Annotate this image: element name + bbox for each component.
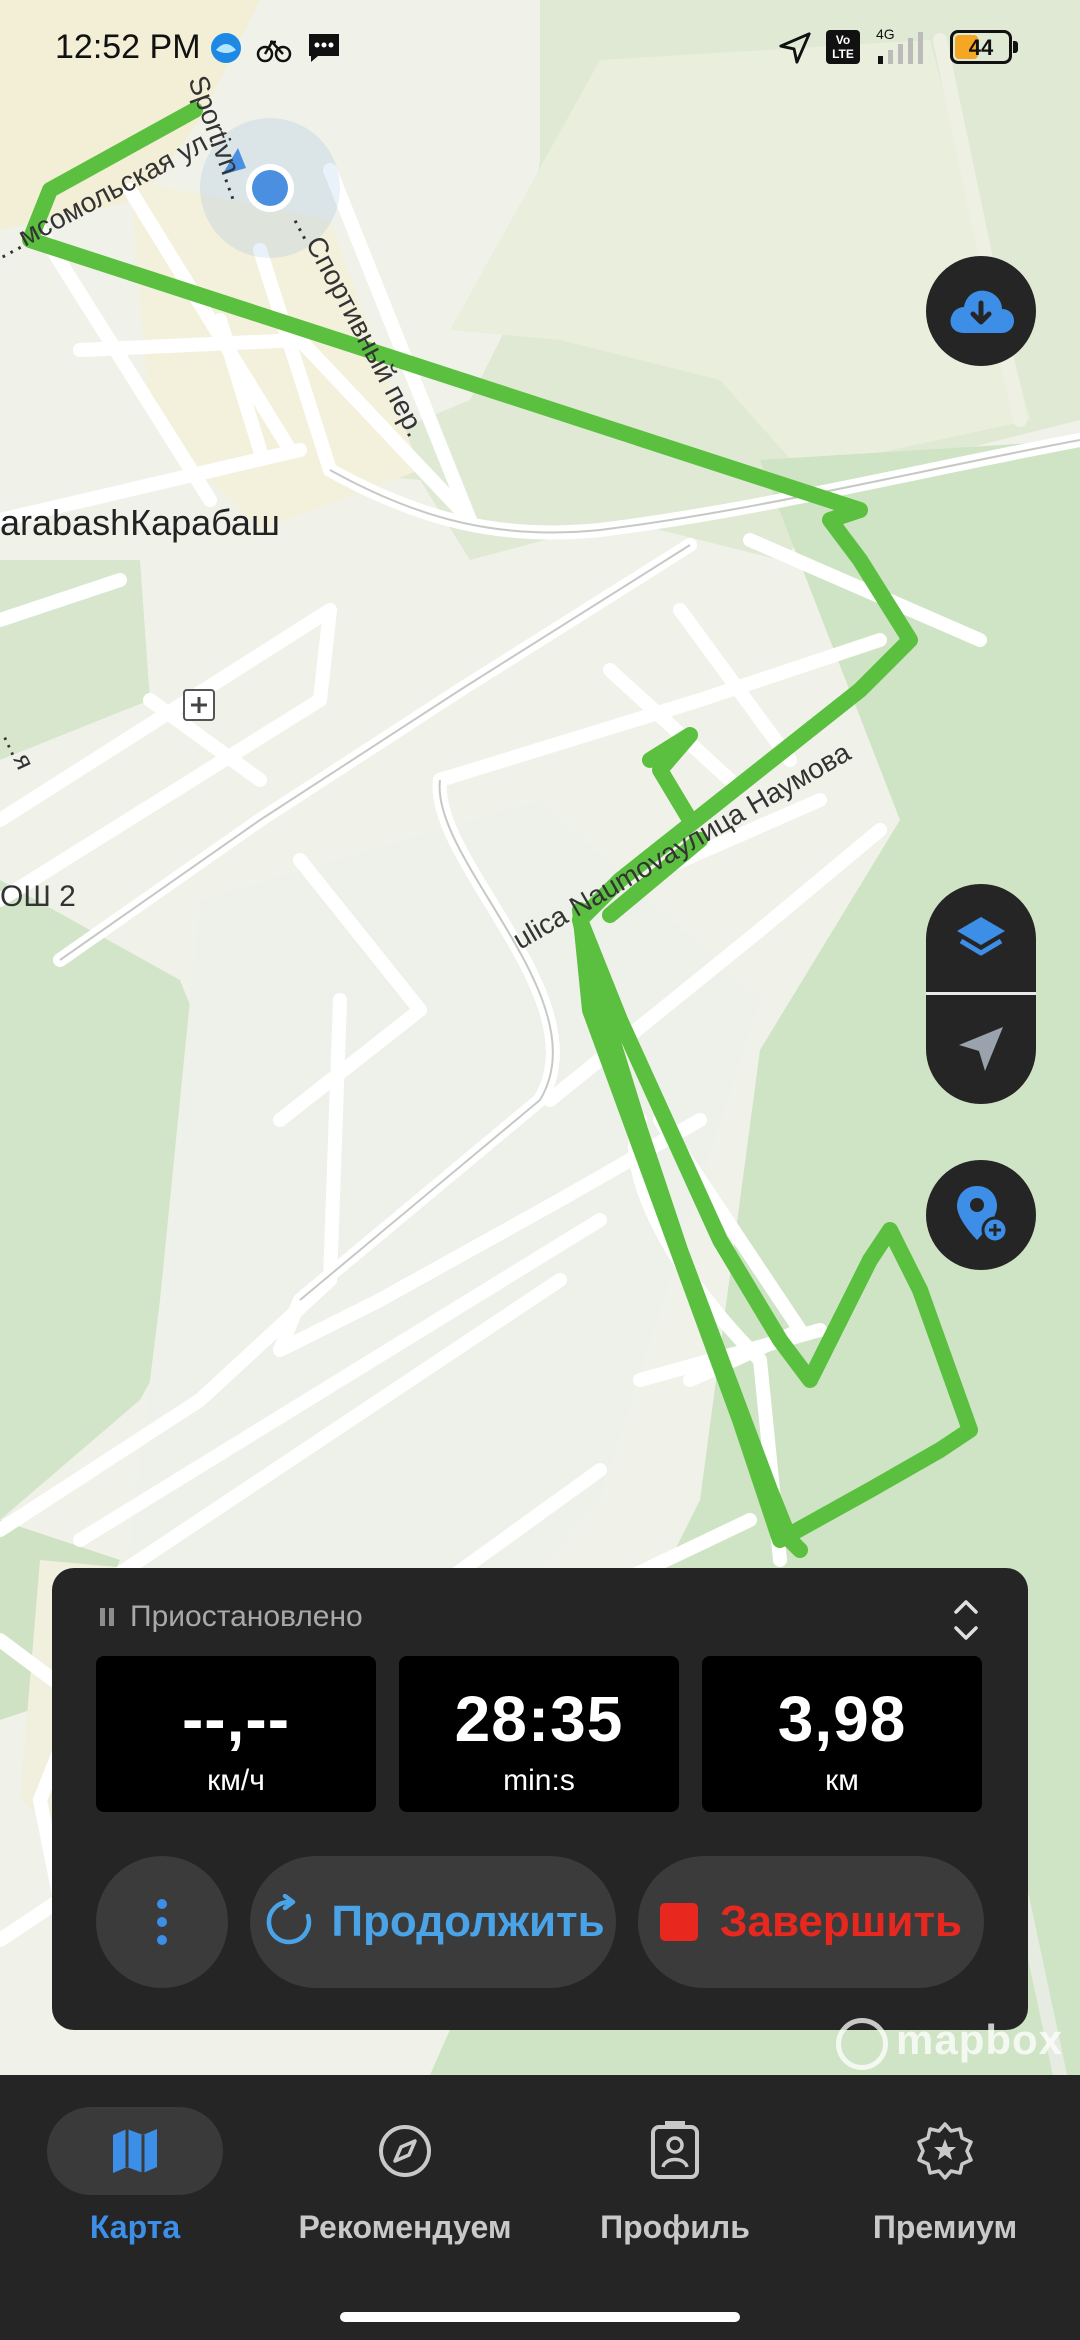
map-label-poi: ОШ 2 (0, 880, 76, 913)
map-icon (113, 2129, 157, 2173)
tracking-status-text: Приостановлено (130, 1600, 363, 1633)
map-label-town: arabashКарабаш (0, 502, 280, 543)
add-location-icon (957, 1186, 1009, 1244)
stop-icon (659, 1903, 698, 1941)
layers-icon (957, 917, 1005, 956)
home-indicator[interactable] (340, 2312, 740, 2322)
compass-icon (379, 2125, 431, 2177)
status-time: 12:52 PM (55, 28, 201, 66)
resume-label: Продолжить (331, 1897, 605, 1946)
status-bar: 12:52 PM Vo LTE 4G 44 (0, 0, 1080, 96)
distance-value: 3,98 (777, 1683, 907, 1755)
speed-stat: --,-- км/ч (96, 1656, 376, 1812)
mapbox-logo-icon (836, 2018, 888, 2070)
more-vertical-icon (157, 1899, 167, 1945)
expand-collapse-icon[interactable] (950, 1594, 982, 1646)
resume-refresh-icon (267, 1894, 312, 1945)
map-controls-group (926, 884, 1036, 1104)
tracking-status: Приостановлено (100, 1600, 363, 1634)
signal-icon (878, 32, 923, 64)
nav-label-map: Карта (89, 2209, 181, 2245)
duration-stat: 28:35 min:s (399, 1656, 679, 1812)
finish-label: Завершить (719, 1897, 963, 1946)
tracking-panel: Приостановлено --,-- км/ч 28:35 min:s 3,… (52, 1568, 1028, 2030)
profile-icon (651, 2121, 699, 2179)
navigation-arrow-icon (959, 1027, 1003, 1071)
duration-unit: min:s (503, 1764, 575, 1797)
finish-button[interactable]: Завершить (638, 1856, 984, 1988)
download-map-button[interactable] (926, 256, 1036, 366)
bicycle-icon (256, 39, 292, 63)
locate-me-button[interactable] (926, 994, 1036, 1104)
more-options-button[interactable] (96, 1856, 228, 1988)
nav-label-recommended: Рекомендуем (298, 2209, 512, 2245)
nav-label-premium: Премиум (872, 2209, 1018, 2245)
pause-icon (100, 1608, 114, 1626)
volte-icon: Vo LTE (826, 30, 860, 64)
message-icon (309, 34, 339, 62)
add-place-button[interactable] (926, 1160, 1036, 1270)
cloud-download-icon (950, 290, 1014, 333)
location-arrow-icon (779, 32, 811, 64)
duration-value: 28:35 (454, 1683, 624, 1755)
distance-unit: км (825, 1764, 859, 1797)
speed-value: --,-- (181, 1683, 291, 1755)
mapbox-attribution[interactable]: mapbox (896, 2016, 1063, 2064)
layers-button[interactable] (926, 884, 1036, 994)
battery-level: 44 (968, 35, 994, 60)
resume-button[interactable]: Продолжить (250, 1856, 616, 1988)
bottom-nav: Карта Рекомендуем Профиль Премиум (0, 2075, 1080, 2340)
battery-icon: 44 (950, 30, 1012, 64)
speed-unit: км/ч (207, 1764, 265, 1797)
distance-stat: 3,98 км (702, 1656, 982, 1812)
nav-label-profile: Профиль (600, 2209, 750, 2245)
premium-star-icon (917, 2122, 973, 2180)
app-notification-icon (211, 33, 241, 63)
